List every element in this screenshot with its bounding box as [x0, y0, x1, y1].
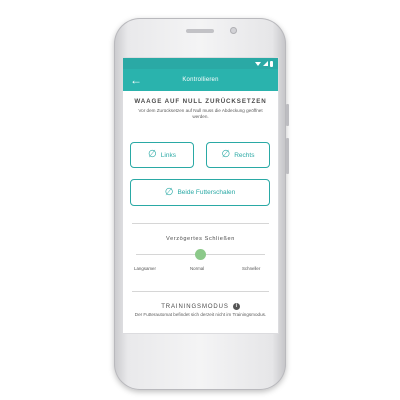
signal-icon [263, 61, 268, 66]
empty-set-icon: ∅ [221, 149, 231, 160]
front-camera [230, 27, 237, 34]
slider-label-faster: Schneller [242, 266, 261, 271]
training-title: TRAININGSMODUS [161, 303, 229, 310]
earpiece [186, 29, 214, 33]
tare-right-label: Rechts [234, 151, 255, 159]
arrow-left-icon[interactable]: ← [130, 72, 142, 88]
empty-set-icon: ∅ [148, 149, 157, 160]
tare-section: WAAGE AUF NULL ZURÜCKSETZEN Vor dem Zurü… [123, 98, 278, 120]
status-bar [123, 58, 278, 69]
tare-left-button[interactable]: ∅ Links [130, 142, 194, 168]
info-icon[interactable]: i [232, 303, 240, 310]
wifi-icon [255, 61, 261, 66]
divider [132, 291, 269, 292]
slider-label-normal: Normal [190, 266, 205, 271]
training-description: Der Futterautomat befindet sich derzeit … [134, 312, 267, 317]
tare-both-button[interactable]: ∅ Beide Futterschalen [130, 179, 270, 206]
tare-both-label: Beide Futterschalen [177, 189, 236, 196]
tare-title: WAAGE AUF NULL ZURÜCKSETZEN [134, 98, 267, 105]
phone-screen: ← Kontrollieren WAAGE AUF NULL ZURÜCKSET… [123, 58, 278, 333]
power-button [286, 104, 289, 126]
delayed-close-slider-thumb[interactable] [195, 249, 206, 260]
tare-right-button[interactable]: ∅ Rechts [206, 142, 270, 168]
empty-set-icon: ∅ [164, 186, 174, 198]
app-bar: ← Kontrollieren [123, 69, 278, 91]
tare-description: Vor dem Zurücksetzen auf Null muss die A… [138, 108, 263, 119]
tare-left-label: Links [160, 151, 176, 159]
battery-icon [270, 60, 273, 67]
delayed-close-title: Verzögertes Schließen [166, 236, 235, 242]
page-title: Kontrollieren [182, 77, 219, 83]
training-header: TRAININGSMODUS i [123, 303, 278, 310]
slider-label-slower: Langsamer [134, 266, 156, 271]
divider [132, 223, 269, 224]
volume-button [286, 138, 289, 174]
